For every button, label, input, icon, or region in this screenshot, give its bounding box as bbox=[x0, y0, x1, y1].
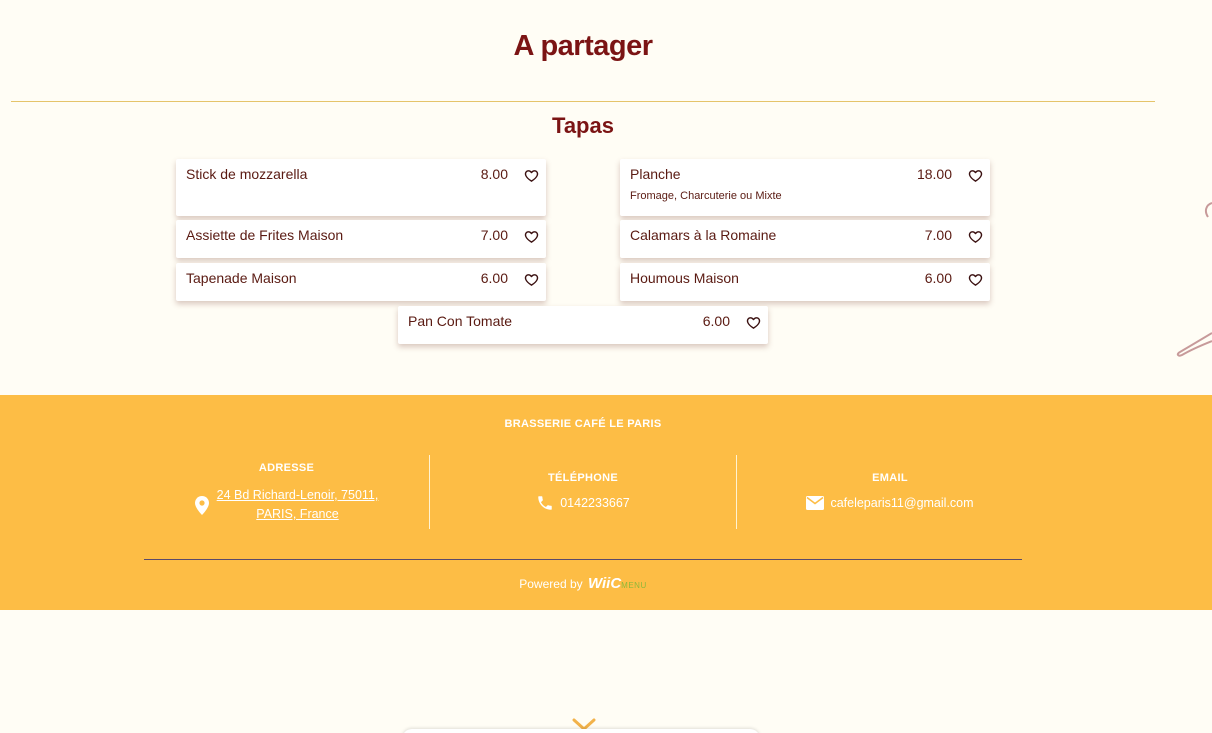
footer-divider bbox=[144, 559, 1022, 560]
menu-item-price: 7.00 bbox=[480, 227, 508, 243]
decorative-illustration bbox=[1176, 202, 1212, 357]
footer-brand-name: BRASSERIE CAFÉ LE PARIS bbox=[504, 418, 662, 430]
phone-row[interactable]: 0142233667 bbox=[430, 494, 736, 512]
phone-label: TÉLÉPHONE bbox=[548, 472, 618, 484]
section-title: Tapas bbox=[552, 113, 614, 138]
menu-item-price: 18.00 bbox=[916, 166, 952, 182]
phone-icon bbox=[536, 494, 554, 512]
menu-item-name: Planche bbox=[630, 166, 681, 182]
footer-email-column: EMAIL cafeleparis11@gmail.com bbox=[736, 455, 1043, 529]
phone-number: 0142233667 bbox=[560, 496, 630, 510]
menu-item-price: 6.00 bbox=[480, 270, 508, 286]
menu-item-card[interactable]: Pan Con Tomate 6.00 bbox=[398, 306, 768, 344]
address-link[interactable]: 24 Bd Richard-Lenoir, 75011, PARIS, Fran… bbox=[217, 486, 379, 524]
email-label: EMAIL bbox=[872, 472, 908, 484]
menu-item-card[interactable]: Planche Fromage, Charcuterie ou Mixte 18… bbox=[620, 159, 990, 216]
address-line-2: PARIS, France bbox=[256, 507, 339, 521]
logo-text: WiiC bbox=[587, 575, 622, 592]
menu-item-price: 7.00 bbox=[924, 227, 952, 243]
favorite-heart-icon[interactable] bbox=[524, 272, 539, 287]
address-line-1: 24 Bd Richard-Lenoir, 75011, bbox=[216, 488, 379, 502]
menu-item-price: 6.00 bbox=[702, 313, 730, 329]
menu-item-card[interactable]: Assiette de Frites Maison 7.00 bbox=[176, 220, 546, 258]
wiicmenu-logo[interactable]: WiiCMENU bbox=[586, 575, 647, 592]
map-pin-icon bbox=[194, 495, 209, 515]
favorite-heart-icon[interactable] bbox=[968, 272, 983, 287]
menu-item-name: Houmous Maison bbox=[630, 270, 739, 286]
envelope-icon bbox=[806, 496, 825, 510]
footer-address-column: ADRESSE 24 Bd Richard-Lenoir, 75011, PAR… bbox=[144, 455, 429, 529]
menu-item-name: Stick de mozzarella bbox=[186, 166, 308, 182]
menu-item-name: Assiette de Frites Maison bbox=[186, 227, 344, 243]
powered-by-text: Powered by bbox=[519, 577, 583, 591]
menu-item-name: Pan Con Tomate bbox=[408, 313, 513, 329]
email-address: cafeleparis11@gmail.com bbox=[830, 496, 974, 510]
menu-item-price: 6.00 bbox=[924, 270, 952, 286]
email-row[interactable]: cafeleparis11@gmail.com bbox=[737, 496, 1043, 510]
menu-item-name: Tapenade Maison bbox=[186, 270, 297, 286]
favorite-heart-icon[interactable] bbox=[524, 168, 539, 183]
menu-item-card[interactable]: Calamars à la Romaine 7.00 bbox=[620, 220, 990, 258]
favorite-heart-icon[interactable] bbox=[968, 229, 983, 244]
menu-item-description: Fromage, Charcuterie ou Mixte bbox=[630, 190, 782, 202]
menu-item-name: Calamars à la Romaine bbox=[630, 227, 777, 243]
powered-by: Powered by WiiCMENU bbox=[0, 575, 1166, 592]
address-label: ADRESSE bbox=[258, 462, 315, 474]
bottom-panel bbox=[402, 729, 760, 733]
menu-item-card[interactable]: Stick de mozzarella 8.00 bbox=[176, 159, 546, 216]
page-title: A partager bbox=[513, 30, 653, 62]
menu-item-card[interactable]: Houmous Maison 6.00 bbox=[620, 263, 990, 301]
menu-item-card[interactable]: Tapenade Maison 6.00 bbox=[176, 263, 546, 301]
footer-phone-column: TÉLÉPHONE 0142233667 bbox=[429, 455, 736, 529]
favorite-heart-icon[interactable] bbox=[746, 315, 761, 330]
favorite-heart-icon[interactable] bbox=[968, 168, 983, 183]
logo-subtext: MENU bbox=[621, 581, 647, 590]
menu-item-price: 8.00 bbox=[480, 166, 508, 182]
section-divider bbox=[11, 101, 1155, 102]
footer: BRASSERIE CAFÉ LE PARIS ADRESSE 24 Bd Ri… bbox=[0, 395, 1212, 610]
favorite-heart-icon[interactable] bbox=[524, 229, 539, 244]
address-row: 24 Bd Richard-Lenoir, 75011, PARIS, Fran… bbox=[144, 486, 429, 524]
